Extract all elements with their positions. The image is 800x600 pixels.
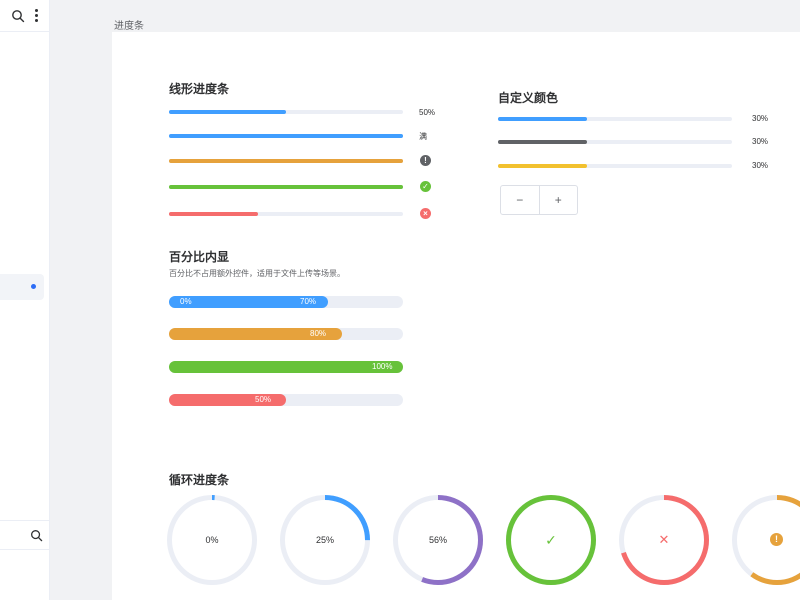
custom-progress-2	[498, 140, 732, 144]
progress-label: 50%	[419, 108, 436, 117]
inner-progress-1: 0% 70%	[169, 296, 403, 308]
warning-icon: !	[420, 155, 431, 166]
progress-label: 满	[419, 132, 427, 141]
inner-progress-2: 80%	[169, 328, 403, 340]
circle-progress-4: ✓	[506, 495, 596, 585]
progress-fill	[169, 212, 258, 216]
linear-progress-3	[169, 159, 403, 163]
color-step-button-group: − +	[500, 185, 578, 215]
inner-section-title: 百分比内显	[169, 250, 230, 264]
progress-label: 70%	[300, 297, 317, 306]
linear-progress-2	[169, 134, 403, 138]
custom-progress-3	[498, 164, 732, 168]
custom-progress-1	[498, 117, 732, 121]
linear-section-title: 线形进度条	[169, 82, 230, 96]
circle-label: 56%	[428, 535, 447, 545]
circle-section-title: 循环进度条	[169, 473, 230, 487]
sidebar-header	[0, 0, 50, 32]
progress-fill	[498, 140, 587, 144]
circle-label: 25%	[315, 535, 334, 545]
progress-label: 30%	[752, 137, 769, 146]
search-icon[interactable]	[30, 529, 43, 542]
more-vertical-icon[interactable]	[32, 8, 40, 24]
inner-section-desc: 百分比不占用额外控件，适用于文件上传等场景。	[169, 269, 345, 278]
increase-button[interactable]: +	[538, 186, 578, 214]
sidebar	[0, 0, 50, 600]
sidebar-search-bar[interactable]	[0, 520, 50, 550]
page-title: 进度条	[114, 21, 144, 32]
progress-label: 50%	[255, 395, 272, 404]
progress-fill	[498, 164, 587, 168]
progress-fill	[169, 361, 403, 373]
progress-label: 100%	[372, 362, 393, 371]
circle-progress-2: 25%	[280, 495, 370, 585]
circle-progress-5: ✕	[619, 495, 709, 585]
progress-start-label: 0%	[180, 297, 192, 306]
progress-fill	[169, 110, 286, 114]
circle-progress-1: 0%	[167, 495, 257, 585]
active-indicator-dot	[31, 284, 36, 289]
sidebar-item-active[interactable]	[0, 274, 44, 300]
progress-fill	[169, 134, 403, 138]
search-icon[interactable]	[11, 9, 25, 23]
progress-fill	[169, 159, 403, 163]
circle-progress-3: 56%	[393, 495, 483, 585]
custom-section-title: 自定义颜色	[498, 91, 559, 105]
circle-ring	[732, 495, 800, 585]
circle-progress-6: !	[732, 495, 800, 585]
inner-progress-4: 50%	[169, 394, 403, 406]
linear-progress-1	[169, 110, 403, 114]
circle-track	[732, 495, 800, 585]
check-icon: ✓	[545, 532, 557, 548]
linear-progress-4	[169, 185, 403, 189]
progress-fill	[169, 185, 403, 189]
warning-icon: !	[770, 533, 783, 546]
progress-label: 30%	[752, 161, 769, 170]
decrease-button[interactable]: −	[501, 186, 539, 214]
linear-progress-5	[169, 212, 403, 216]
progress-label: 30%	[752, 114, 769, 123]
inner-progress-3: 100%	[169, 361, 403, 373]
progress-label: 80%	[310, 329, 327, 338]
progress-fill	[498, 117, 587, 121]
success-icon: ✓	[420, 181, 431, 192]
error-icon: ×	[420, 208, 431, 219]
circle-label: 0%	[205, 535, 219, 545]
close-icon: ✕	[658, 532, 670, 547]
